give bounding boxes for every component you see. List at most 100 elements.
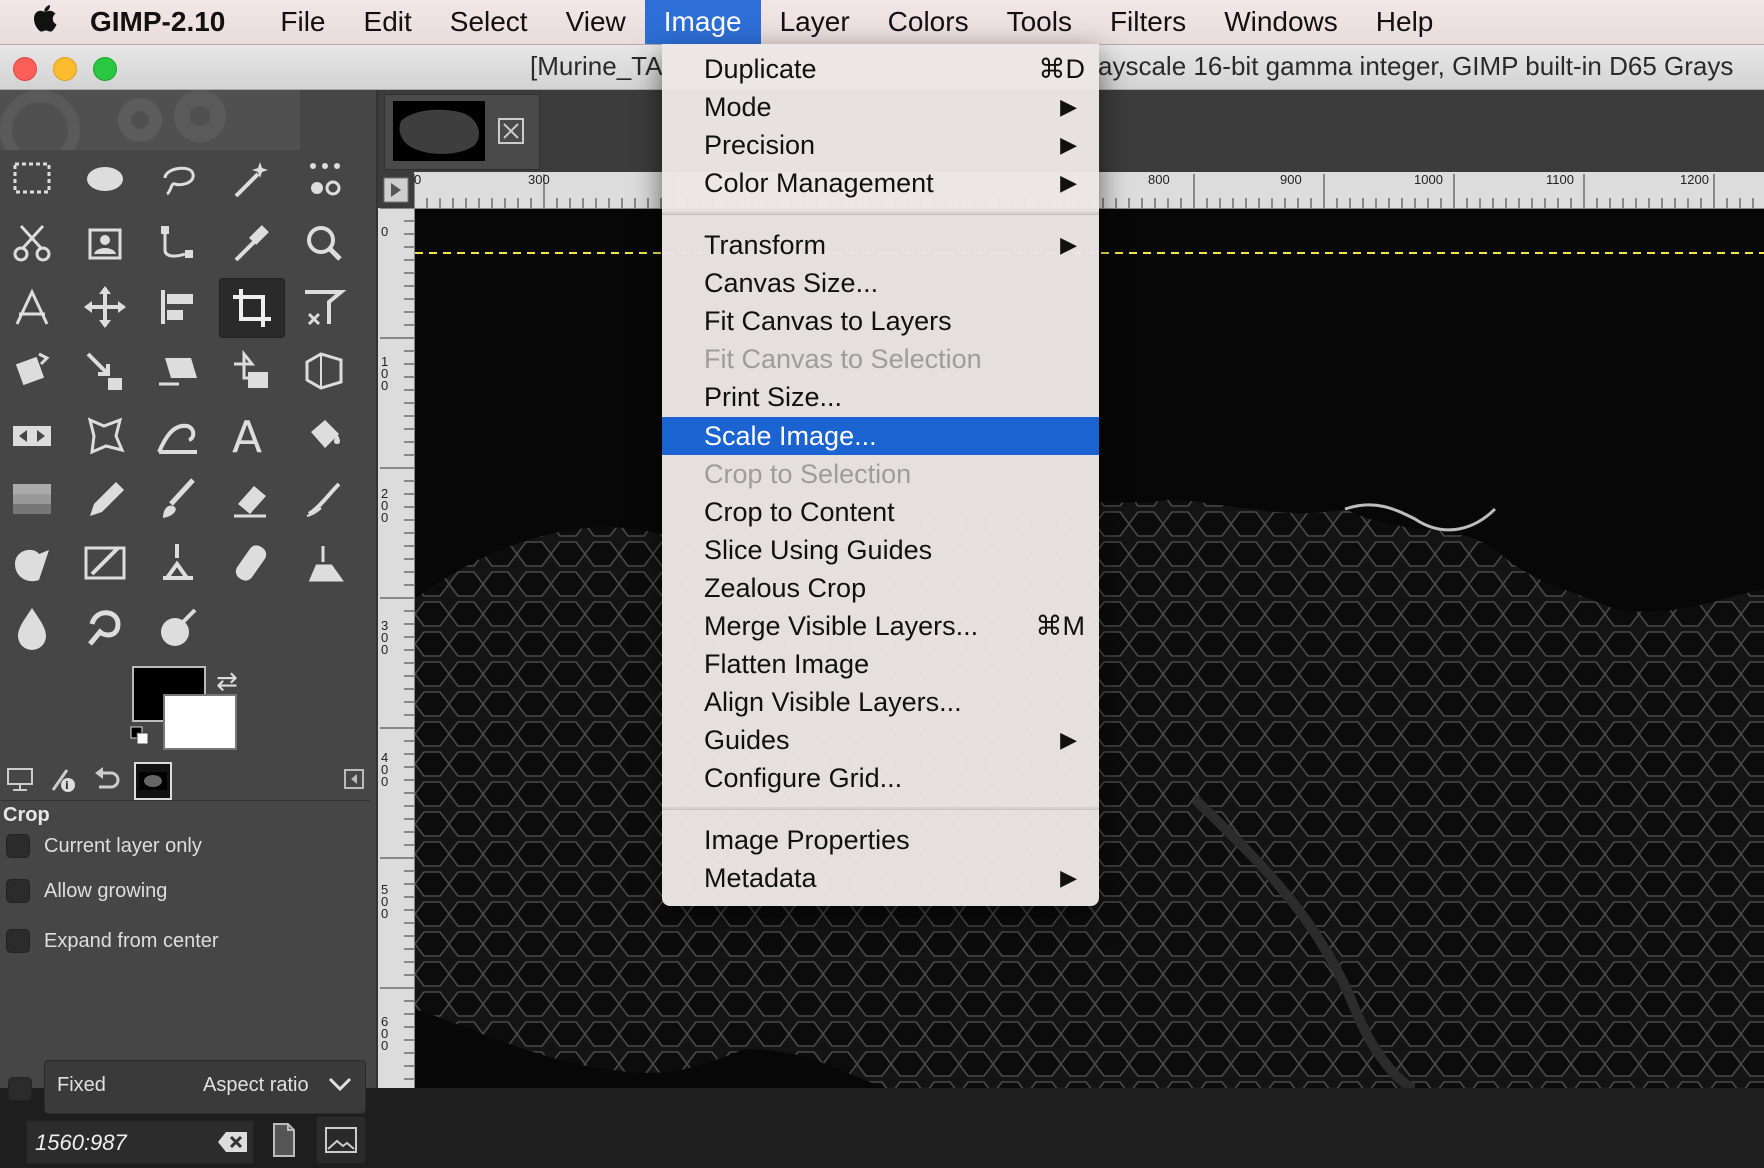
menuitem-label: Guides (704, 725, 790, 755)
tool-options-tab-icon[interactable]: i (44, 762, 80, 796)
heal-icon[interactable] (219, 534, 283, 592)
menuitem-merge-visible-layers[interactable]: Merge Visible Layers... ⌘M (662, 607, 1099, 645)
menuitem-guides[interactable]: Guides ▶ (662, 721, 1099, 759)
close-tab-icon[interactable] (497, 117, 525, 150)
paths-icon[interactable] (146, 214, 210, 272)
menu-image[interactable]: Image (644, 0, 761, 44)
shortcut: ⌘D (1038, 54, 1086, 84)
bucket-fill-icon[interactable] (292, 406, 356, 464)
checkbox[interactable] (6, 879, 30, 903)
fixed-checkbox[interactable] (8, 1074, 46, 1104)
zoom-icon[interactable] (292, 214, 356, 272)
menuitem-canvas-size[interactable]: Canvas Size... (662, 264, 1099, 302)
clear-input-icon[interactable] (217, 1130, 249, 1160)
color-select-icon[interactable] (292, 150, 356, 208)
option-expand-from-center[interactable]: Expand from center (6, 926, 219, 956)
menuitem-flatten-image[interactable]: Flatten Image (662, 645, 1099, 683)
menu-file[interactable]: File (261, 0, 344, 44)
free-select-icon[interactable] (146, 150, 210, 208)
default-colors-icon[interactable] (130, 726, 150, 746)
configure-tab-icon[interactable] (336, 762, 372, 796)
undo-history-tab-icon[interactable] (88, 762, 124, 796)
foreground-select-icon[interactable] (73, 214, 137, 272)
menuitem-precision[interactable]: Precision ▶ (662, 126, 1099, 164)
move-icon[interactable] (73, 278, 137, 336)
menuitem-transform[interactable]: Transform ▶ (662, 226, 1099, 264)
aspect-ratio-input[interactable]: 1560:987 (26, 1120, 254, 1164)
flip-icon[interactable] (219, 342, 283, 400)
ink-icon[interactable] (0, 534, 64, 592)
quick-mask-toggle-icon[interactable] (382, 176, 410, 204)
device-status-tab-icon[interactable] (2, 762, 38, 796)
eraser-icon[interactable] (219, 470, 283, 528)
airbrush-icon[interactable] (292, 470, 356, 528)
portrait-icon[interactable] (270, 1122, 298, 1163)
images-tab-icon[interactable] (134, 762, 172, 800)
checkbox[interactable] (6, 834, 30, 858)
menuitem-mode[interactable]: Mode ▶ (662, 88, 1099, 126)
menuitem-fit-canvas-to-layers[interactable]: Fit Canvas to Layers (662, 302, 1099, 340)
rotate-icon[interactable] (0, 342, 64, 400)
checkbox[interactable] (8, 1077, 32, 1101)
submenu-arrow-icon: ▶ (1060, 865, 1077, 890)
option-allow-growing[interactable]: Allow growing (6, 876, 167, 906)
checkbox[interactable] (6, 929, 30, 953)
color-picker-icon[interactable] (219, 214, 283, 272)
menuitem-metadata[interactable]: Metadata ▶ (662, 859, 1099, 897)
cage-icon[interactable] (73, 406, 137, 464)
menu-help[interactable]: Help (1357, 0, 1453, 44)
ellipse-select-icon[interactable] (73, 150, 137, 208)
menuitem-print-size[interactable]: Print Size... (662, 378, 1099, 416)
app-name[interactable]: GIMP-2.10 (90, 6, 225, 38)
shear-icon[interactable] (146, 342, 210, 400)
menuitem-duplicate[interactable]: Duplicate ⌘D (662, 50, 1099, 88)
smudge-icon[interactable] (73, 598, 137, 656)
menuitem-color-management[interactable]: Color Management ▶ (662, 164, 1099, 202)
background-color-swatch[interactable] (163, 694, 237, 750)
mypaint-icon[interactable] (73, 534, 137, 592)
menu-windows[interactable]: Windows (1205, 0, 1357, 44)
menuitem-scale-image[interactable]: Scale Image... (662, 417, 1099, 455)
perspective-clone-icon[interactable] (292, 534, 356, 592)
menuitem-slice-using-guides[interactable]: Slice Using Guides (662, 531, 1099, 569)
menu-tools[interactable]: Tools (988, 0, 1091, 44)
menu-filters[interactable]: Filters (1091, 0, 1205, 44)
menu-colors[interactable]: Colors (869, 0, 988, 44)
menuitem-zealous-crop[interactable]: Zealous Crop (662, 569, 1099, 607)
swap-colors-icon[interactable]: ⇄ (216, 666, 238, 697)
align-icon[interactable] (146, 278, 210, 336)
menu-view[interactable]: View (547, 0, 645, 44)
fuzzy-select-icon[interactable] (219, 150, 283, 208)
crop-icon[interactable] (219, 278, 285, 338)
unified-transform-icon[interactable] (292, 278, 356, 336)
scissors-icon[interactable] (0, 214, 64, 272)
vertical-ruler[interactable]: 0 100 200 300 400 500 600 (378, 208, 415, 1088)
toolbox-panel: A ⇄ i Crop Current layer only Allow grow… (0, 90, 378, 1164)
scale-icon[interactable] (73, 342, 137, 400)
clone-icon[interactable] (146, 534, 210, 592)
paintbrush-icon[interactable] (146, 470, 210, 528)
menuitem-image-properties[interactable]: Image Properties (662, 821, 1099, 859)
menuitem-configure-grid[interactable]: Configure Grid... (662, 759, 1099, 797)
warp-icon[interactable] (146, 406, 210, 464)
flip-horizontal-icon[interactable] (0, 406, 64, 464)
option-current-layer-only[interactable]: Current layer only (6, 831, 202, 861)
landscape-icon[interactable] (316, 1116, 366, 1164)
menu-layer[interactable]: Layer (761, 0, 869, 44)
perspective-icon[interactable] (292, 342, 356, 400)
rect-select-icon[interactable] (0, 150, 64, 208)
menuitem-crop-to-content[interactable]: Crop to Content (662, 493, 1099, 531)
measure-icon[interactable] (0, 278, 64, 336)
svg-text:A: A (232, 412, 262, 458)
menu-select[interactable]: Select (431, 0, 547, 44)
text-icon[interactable]: A (219, 406, 283, 464)
blur-icon[interactable] (0, 598, 64, 656)
image-tab[interactable] (384, 94, 540, 170)
dodge-burn-icon[interactable] (146, 598, 210, 656)
menuitem-align-visible-layers[interactable]: Align Visible Layers... (662, 683, 1099, 721)
pencil-icon[interactable] (73, 470, 137, 528)
blend-icon[interactable] (0, 470, 64, 528)
menu-edit[interactable]: Edit (345, 0, 431, 44)
apple-menu-icon[interactable] (0, 2, 90, 42)
fixed-aspect-dropdown[interactable]: Fixed Aspect ratio (44, 1060, 366, 1114)
